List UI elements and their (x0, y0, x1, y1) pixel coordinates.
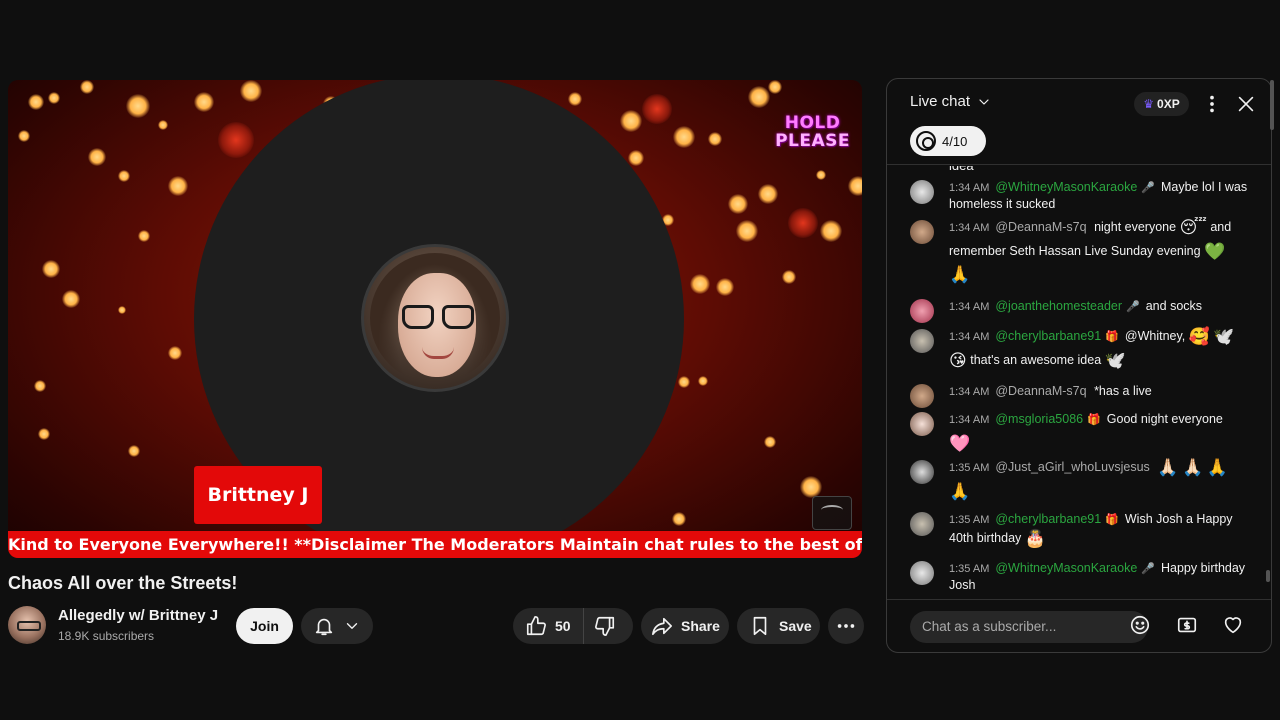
avatar (910, 512, 934, 536)
streamer-photo (361, 244, 509, 392)
page-scrollbar[interactable] (1270, 80, 1274, 130)
avatar (910, 460, 934, 484)
chat-input[interactable]: Chat as a subscriber... (910, 611, 1148, 643)
share-icon (652, 617, 672, 636)
message-author[interactable]: @WhitneyMasonKaraoke (995, 561, 1137, 575)
join-button[interactable]: Join (236, 608, 293, 644)
message-author[interactable]: @WhitneyMasonKaraoke (995, 180, 1137, 194)
share-label: Share (681, 618, 720, 634)
video-player[interactable]: HOLD PLEASE Brittney J Kind to Everyone … (8, 80, 862, 558)
hold-please-overlay: HOLD PLEASE (775, 113, 850, 151)
close-icon[interactable] (1235, 93, 1257, 115)
channel-avatar[interactable] (8, 606, 46, 644)
chat-message[interactable]: 1:35 AM @WhitneyMasonKaraoke 🎤 Happy birthd… (910, 557, 1250, 593)
dislike-button[interactable] (584, 615, 626, 637)
avatar (910, 299, 934, 323)
channel-watermark (812, 496, 852, 530)
message-author[interactable]: @cherylbarbane91 (995, 512, 1101, 526)
message-author[interactable]: @cherylbarbane91 (995, 329, 1101, 343)
thumbs-up-icon (526, 616, 546, 636)
ticker-banner: Kind to Everyone Everywhere!! **Disclaim… (8, 531, 862, 558)
save-label: Save (779, 618, 812, 634)
chat-scrollbar[interactable] (1266, 570, 1270, 582)
chat-title: Live chat (910, 93, 971, 110)
thumbs-down-icon (594, 616, 614, 636)
heart-icon[interactable] (1222, 614, 1244, 636)
chat-footer: Chat as a subscriber... (887, 599, 1271, 652)
live-chat-panel: Live chat ♛ 0XP 4/10 idea 1:34 AM@Whitne… (886, 78, 1272, 653)
xp-value: 0XP (1157, 97, 1180, 111)
chat-message[interactable]: 1:34 AM @WhitneyMasonKaraoke 🎤 Maybe lol I … (910, 176, 1250, 212)
chat-message[interactable]: 1:35 AM @Just_aGirl_whoLuvsjesus 🙏🏻 🙏🏻 🙏 🙏 (910, 456, 1250, 503)
chat-message[interactable]: 1:34 AM @joanthehomesteader 🎤 and socks (910, 295, 1250, 323)
avatar (910, 329, 934, 353)
avatar (910, 561, 934, 585)
emoji-icon[interactable] (1129, 614, 1151, 636)
share-button[interactable]: Share (641, 608, 729, 644)
save-button[interactable]: Save (737, 608, 820, 644)
bell-icon (315, 618, 333, 636)
chevron-down-icon (346, 623, 358, 629)
message-author[interactable]: @joanthehomesteader (995, 299, 1122, 313)
avatar (910, 220, 934, 244)
chat-mode-dropdown[interactable]: Live chat (910, 93, 992, 110)
chat-message[interactable]: 1:34 AM @cherylbarbane91 🎁 @Whitney, 🥰 🕊️ 😘 … (910, 325, 1250, 372)
chat-goal-pill[interactable]: 4/10 (910, 126, 986, 156)
message-author[interactable]: @msgloria5086 (995, 412, 1083, 426)
target-icon (916, 131, 936, 151)
like-dislike-group: 50 (513, 608, 633, 644)
avatar (910, 412, 934, 436)
chat-header: Live chat ♛ 0XP 4/10 (887, 79, 1271, 165)
kebab-menu-icon[interactable] (1201, 93, 1223, 115)
chat-message[interactable]: 1:34 AM @DeannaM-s7q *has a live (910, 380, 1250, 408)
avatar (910, 180, 934, 204)
notifications-button[interactable] (301, 608, 373, 644)
chevron-down-icon (979, 98, 989, 105)
chat-message-list[interactable]: idea 1:34 AM@WhitneyMasonKaraoke🎤Maybe l… (887, 166, 1271, 598)
like-button[interactable]: 50 (513, 608, 584, 644)
more-horizontal-icon (837, 624, 855, 628)
video-title: Chaos All over the Streets! (8, 573, 238, 593)
chat-message[interactable]: 1:35 AM @cherylbarbane91 🎁 Wish Josh a Happ… (910, 508, 1250, 548)
name-tag: Brittney J (194, 466, 322, 524)
cut-off-text: idea (949, 166, 974, 173)
bookmark-icon (753, 616, 767, 636)
chat-message[interactable]: 1:34 AM @msgloria5086 🎁 Good night everyone… (910, 408, 1250, 455)
message-author[interactable]: @DeannaM-s7q (995, 220, 1086, 234)
message-author[interactable]: @Just_aGirl_whoLuvsjesus (995, 460, 1149, 474)
more-actions-button[interactable] (828, 608, 864, 644)
message-author[interactable]: @DeannaM-s7q (995, 384, 1086, 398)
channel-name[interactable]: Allegedly w/ Brittney J (58, 607, 218, 624)
goal-progress: 4/10 (942, 133, 968, 149)
avatar (910, 384, 934, 408)
chat-message[interactable]: 1:34 AM @DeannaM-s7q night everyone 😴 and… (910, 216, 1250, 286)
xp-badge[interactable]: ♛ 0XP (1134, 92, 1189, 116)
subscriber-count: 18.9K subscribers (58, 629, 155, 643)
like-count: 50 (555, 618, 571, 634)
crown-icon: ♛ (1143, 97, 1155, 111)
super-chat-icon[interactable] (1176, 614, 1198, 636)
